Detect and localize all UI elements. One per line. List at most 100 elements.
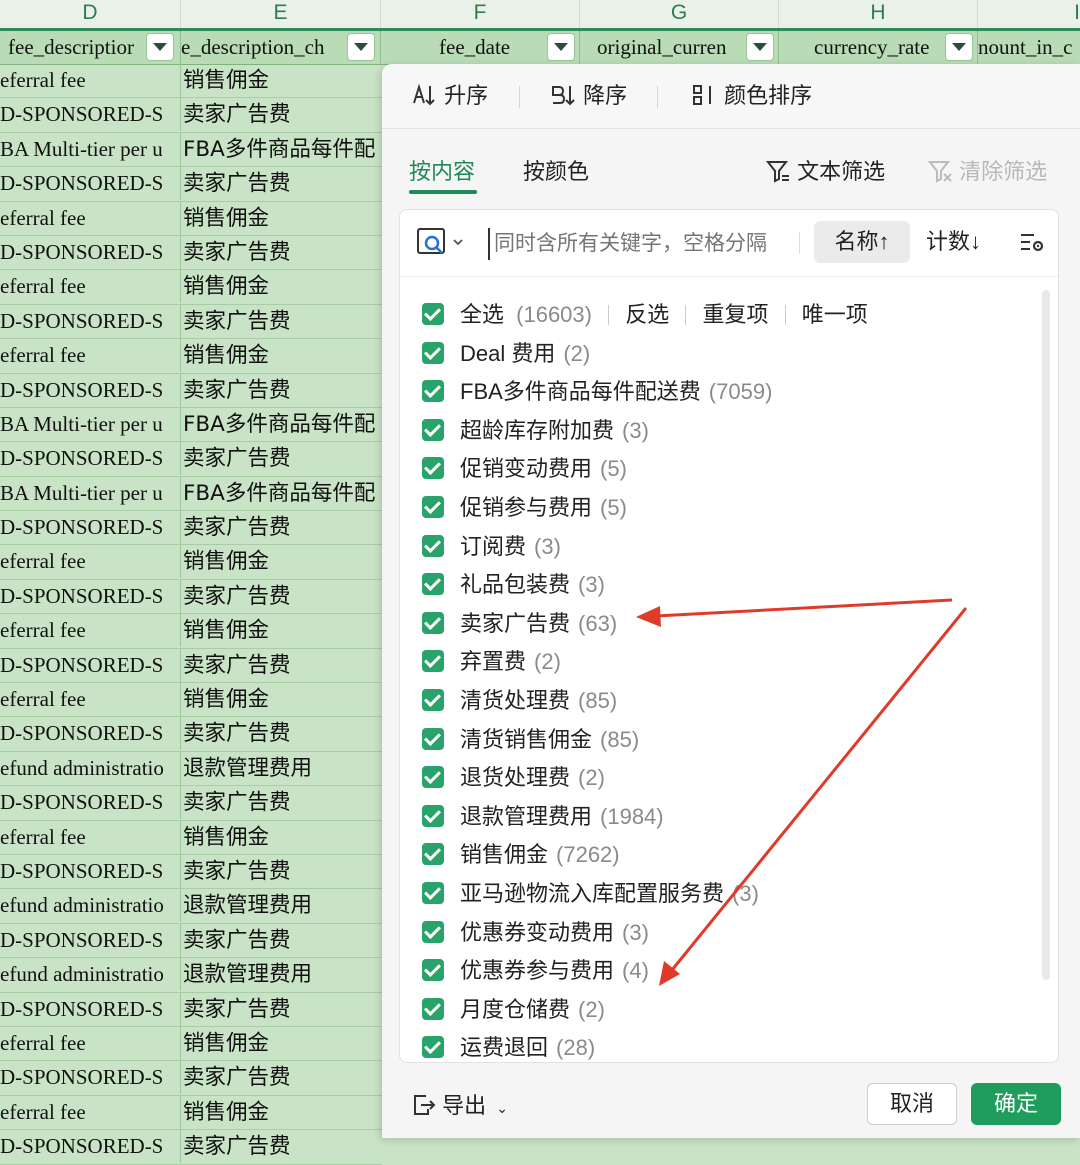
cell-fee-description[interactable]: D-SPONSORED-S <box>0 579 181 613</box>
item-checkbox[interactable] <box>422 650 444 673</box>
cell-fee-description[interactable]: eferral fee <box>0 339 181 373</box>
item-checkbox[interactable] <box>422 534 444 557</box>
sort-by-color-button[interactable]: 颜色排序 <box>690 79 812 113</box>
text-filter-button[interactable]: 文本筛选 <box>765 154 885 186</box>
tab-by-content[interactable]: 按内容 <box>409 154 475 186</box>
cell-fee-description-ch[interactable]: 销售佣金 <box>183 1096 382 1129</box>
cell-fee-description-ch[interactable]: 卖家广告费 <box>183 442 382 475</box>
list-item[interactable]: 优惠券变动费用 (3) <box>422 914 1022 953</box>
item-checkbox[interactable] <box>422 920 444 943</box>
cell-fee-description-ch[interactable]: 销售佣金 <box>183 270 382 303</box>
cell-fee-description[interactable]: D-SPONSORED-S <box>0 648 181 682</box>
cell-fee-description[interactable]: D-SPONSORED-S <box>0 1130 181 1164</box>
cell-fee-description-ch[interactable]: 退款管理费用 <box>183 889 382 922</box>
item-checkbox[interactable] <box>422 341 444 364</box>
clear-filter-button[interactable]: 清除筛选 <box>927 154 1047 186</box>
item-checkbox[interactable] <box>422 457 444 480</box>
filter-dropdown-button[interactable] <box>548 34 574 60</box>
list-item[interactable]: Deal 费用 (2) <box>422 335 1022 374</box>
cell-fee-description-ch[interactable]: 卖家广告费 <box>183 236 382 269</box>
cell-fee-description[interactable]: D-SPONSORED-S <box>0 235 181 269</box>
item-checkbox[interactable] <box>422 843 444 866</box>
cell-fee-description-ch[interactable]: 卖家广告费 <box>183 717 382 750</box>
cell-fee-description[interactable]: D-SPONSORED-S <box>0 717 181 751</box>
cell-fee-description-ch[interactable]: 卖家广告费 <box>183 649 382 682</box>
list-item[interactable]: 退款管理费用 (1984) <box>422 798 1022 837</box>
cell-fee-description[interactable]: eferral fee <box>0 683 181 717</box>
cell-fee-description[interactable]: D-SPONSORED-S <box>0 992 181 1026</box>
column-letter-h[interactable]: H <box>779 0 978 28</box>
cell-fee-description[interactable]: D-SPONSORED-S <box>0 786 181 820</box>
cell-fee-description-ch[interactable]: 卖家广告费 <box>183 374 382 407</box>
cell-fee-description-ch[interactable]: 销售佣金 <box>183 339 382 372</box>
invert-selection-button[interactable]: 反选 <box>625 302 669 327</box>
cell-fee-description[interactable]: D-SPONSORED-S <box>0 1061 181 1095</box>
item-checkbox[interactable] <box>422 1036 444 1059</box>
column-letter-e[interactable]: E <box>181 0 381 28</box>
item-checkbox[interactable] <box>422 997 444 1020</box>
unique-button[interactable]: 唯一项 <box>802 302 868 327</box>
cell-fee-description-ch[interactable]: 卖家广告费 <box>183 924 382 957</box>
cell-fee-description-ch[interactable]: 销售佣金 <box>183 614 382 647</box>
item-checkbox[interactable] <box>422 611 444 634</box>
item-checkbox[interactable] <box>422 573 444 596</box>
list-item[interactable]: 订阅费 (3) <box>422 528 1022 567</box>
list-item[interactable]: 亚马逊物流入库配置服务费 (3) <box>422 875 1022 914</box>
sort-by-name-button[interactable]: 名称↑ <box>814 221 910 263</box>
cell-fee-description-ch[interactable]: 退款管理费用 <box>183 958 382 991</box>
list-item[interactable]: 运费退回 (28) <box>422 1029 1022 1068</box>
cell-fee-description[interactable]: BA Multi-tier per u <box>0 476 181 510</box>
list-item[interactable]: 弃置费 (2) <box>422 643 1022 682</box>
cell-fee-description-ch[interactable]: 销售佣金 <box>183 64 382 97</box>
cell-fee-description-ch[interactable]: 卖家广告费 <box>183 167 382 200</box>
sort-by-count-button[interactable]: 计数↓ <box>926 221 981 263</box>
item-checkbox[interactable] <box>422 766 444 789</box>
cell-fee-description[interactable]: D-SPONSORED-S <box>0 511 181 545</box>
cell-fee-description[interactable]: efund administratio <box>0 889 181 923</box>
cell-fee-description[interactable]: efund administratio <box>0 958 181 992</box>
cell-fee-description-ch[interactable]: 卖家广告费 <box>183 511 382 544</box>
cell-fee-description[interactable]: eferral fee <box>0 614 181 648</box>
list-item[interactable]: 礼品包装费 (3) <box>422 566 1022 605</box>
cell-fee-description[interactable]: BA Multi-tier per u <box>0 132 181 166</box>
item-checkbox[interactable] <box>422 688 444 711</box>
cell-fee-description-ch[interactable]: 卖家广告费 <box>183 98 382 131</box>
search-input[interactable] <box>488 228 796 260</box>
cell-fee-description[interactable]: D-SPONSORED-S <box>0 167 181 201</box>
cell-fee-description[interactable]: eferral fee <box>0 64 181 97</box>
tab-by-color[interactable]: 按颜色 <box>523 154 589 186</box>
filter-dropdown-button[interactable] <box>747 34 773 60</box>
column-letter-f[interactable]: F <box>381 0 580 28</box>
list-item[interactable]: 清货销售佣金 (85) <box>422 721 1022 760</box>
list-item[interactable]: 卖家广告费 (63) <box>422 605 1022 644</box>
filter-dropdown-button[interactable] <box>348 34 374 60</box>
cell-fee-description[interactable]: eferral fee <box>0 1095 181 1129</box>
cell-fee-description[interactable]: eferral fee <box>0 201 181 235</box>
scrollbar[interactable] <box>1042 290 1050 980</box>
cancel-button[interactable]: 取消 <box>867 1083 957 1125</box>
list-item[interactable]: 优惠券参与费用 (4) <box>422 952 1022 991</box>
list-item[interactable]: 销售佣金 (7262) <box>422 836 1022 875</box>
list-item[interactable]: FBA多件商品每件配送费 (7059) <box>422 373 1022 412</box>
list-item[interactable]: 促销参与费用 (5) <box>422 489 1022 528</box>
cell-fee-description-ch[interactable]: 销售佣金 <box>183 202 382 235</box>
export-button[interactable]: 导出 ⌄ <box>410 1088 508 1120</box>
cell-fee-description-ch[interactable]: 销售佣金 <box>183 545 382 578</box>
item-checkbox[interactable] <box>422 727 444 750</box>
item-checkbox[interactable] <box>422 495 444 518</box>
cell-fee-description-ch[interactable]: 卖家广告费 <box>183 1130 382 1163</box>
item-checkbox[interactable] <box>422 380 444 403</box>
filter-dropdown-button[interactable] <box>147 34 173 60</box>
item-checkbox[interactable] <box>422 804 444 827</box>
cell-fee-description[interactable]: D-SPONSORED-S <box>0 98 181 132</box>
cell-fee-description[interactable]: D-SPONSORED-S <box>0 442 181 476</box>
cell-fee-description-ch[interactable]: 退款管理费用 <box>183 752 382 785</box>
cell-fee-description-ch[interactable]: FBA多件商品每件配 <box>183 133 382 166</box>
cell-fee-description-ch[interactable]: FBA多件商品每件配 <box>183 408 382 441</box>
cell-fee-description[interactable]: D-SPONSORED-S <box>0 923 181 957</box>
column-letter-g[interactable]: G <box>580 0 779 28</box>
filter-dropdown-button[interactable] <box>946 34 972 60</box>
cell-fee-description[interactable]: eferral fee <box>0 270 181 304</box>
cell-fee-description-ch[interactable]: 卖家广告费 <box>183 786 382 819</box>
cell-fee-description-ch[interactable]: 卖家广告费 <box>183 1061 382 1094</box>
